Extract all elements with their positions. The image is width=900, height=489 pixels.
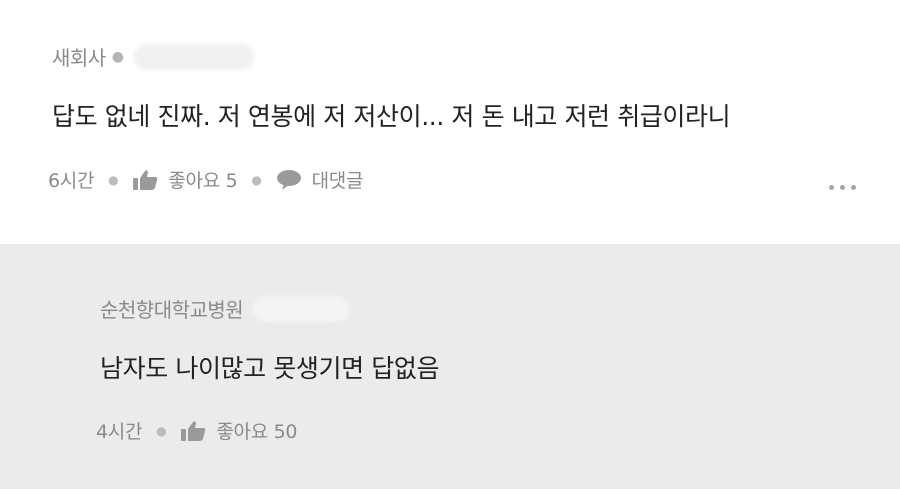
separator-dot: ●: [251, 172, 262, 187]
reply-header: 순천향대학교병원: [100, 294, 350, 323]
like-label: 좋아요 50: [216, 421, 298, 443]
reply-label: 대댓글: [311, 170, 364, 192]
separator-dot: ●: [108, 172, 119, 187]
comment-body: 답도 없네 진짜. 저 연봉에 저 저산이... 저 돈 내고 저런 취급이라니: [52, 102, 731, 131]
separator-dot: ●: [156, 423, 167, 438]
comment-card: 새회사 ● 답도 없네 진짜. 저 연봉에 저 저산이... 저 돈 내고 저런…: [0, 0, 900, 244]
reply-button[interactable]: 대댓글: [276, 166, 364, 193]
separator-dot: ●: [111, 48, 124, 65]
thumbs-up-icon: [180, 420, 206, 442]
reply-card: 순천향대학교병원 남자도 나이많고 못생기면 답없음 4시간 ● 좋아요 50: [0, 244, 900, 489]
comment-meta: 6시간 ● 좋아요 5 ● 대댓글: [48, 166, 363, 193]
reply-time: 4시간: [96, 421, 143, 443]
like-button[interactable]: 좋아요 5: [132, 166, 238, 193]
thumbs-up-icon: [132, 169, 158, 191]
comment-header: 새회사 ●: [52, 42, 254, 71]
like-label: 좋아요 5: [168, 170, 238, 192]
speech-bubble-icon: [276, 169, 302, 191]
more-dots-icon[interactable]: [829, 185, 856, 190]
reply-body: 남자도 나이많고 못생기면 답없음: [100, 354, 440, 383]
blurred-username: [253, 295, 350, 322]
author-name[interactable]: 순천향대학교병원: [100, 294, 244, 323]
comment-time: 6시간: [48, 170, 95, 192]
blurred-username: [133, 43, 254, 70]
reply-meta: 4시간 ● 좋아요 50: [96, 417, 297, 444]
like-button[interactable]: 좋아요 50: [180, 417, 297, 444]
author-name[interactable]: 새회사: [52, 42, 106, 71]
